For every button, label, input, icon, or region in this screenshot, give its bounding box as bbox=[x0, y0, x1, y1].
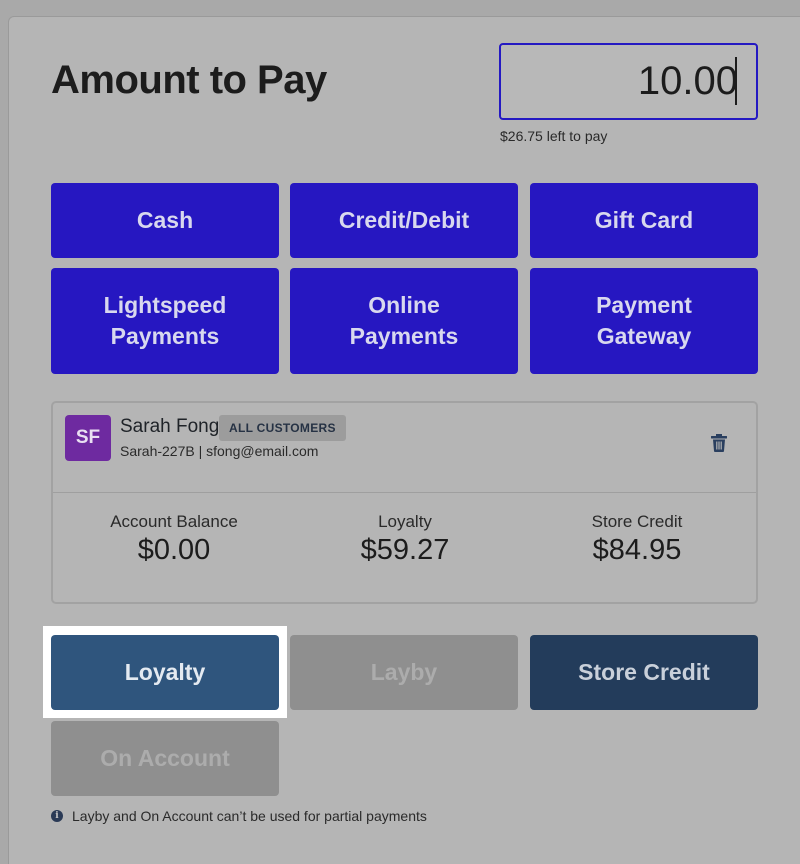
trash-icon[interactable] bbox=[711, 434, 727, 452]
payment-gateway-label-line1: Payment bbox=[596, 292, 692, 318]
loyalty-button[interactable]: Loyalty bbox=[51, 635, 279, 710]
on-account-button[interactable]: On Account bbox=[51, 721, 279, 796]
payment-gateway-label-line2: Gateway bbox=[596, 323, 692, 349]
lightspeed-payments-label-line2: Payments bbox=[110, 323, 220, 349]
customer-avatar: SF bbox=[65, 415, 111, 461]
customer-group-badge: ALL CUSTOMERS bbox=[219, 415, 346, 441]
gift-card-button[interactable]: Gift Card bbox=[530, 183, 758, 258]
online-payments-label-line2: Payments bbox=[349, 323, 459, 349]
partial-payment-note-text: Layby and On Account can’t be used for p… bbox=[72, 808, 427, 824]
loyalty-value: $59.27 bbox=[360, 534, 450, 566]
layby-button[interactable]: Layby bbox=[290, 635, 518, 710]
account-balance-value: $0.00 bbox=[137, 534, 211, 566]
account-balance-stat: Account Balance $0.00 bbox=[64, 512, 284, 567]
loyalty-stat: Loyalty $59.27 bbox=[295, 512, 515, 567]
page-title: Amount to Pay bbox=[51, 58, 327, 102]
lightspeed-payments-button[interactable]: Lightspeed Payments bbox=[51, 268, 279, 374]
payment-gateway-button[interactable]: Payment Gateway bbox=[530, 268, 758, 374]
loyalty-label: Loyalty bbox=[378, 512, 432, 531]
credit-debit-button-label: Credit/Debit bbox=[338, 207, 470, 233]
customer-card: SF Sarah Fong ALL CUSTOMERS Sarah-227B |… bbox=[51, 401, 758, 604]
store-credit-button[interactable]: Store Credit bbox=[530, 635, 758, 710]
store-credit-stat: Store Credit $84.95 bbox=[527, 512, 747, 567]
gift-card-button-label: Gift Card bbox=[594, 207, 694, 233]
partial-payment-note: i Layby and On Account can’t be used for… bbox=[51, 808, 427, 824]
online-payments-button[interactable]: Online Payments bbox=[290, 268, 518, 374]
left-to-pay-text: $26.75 left to pay bbox=[500, 128, 608, 144]
amount-input[interactable] bbox=[499, 43, 758, 120]
account-balance-label: Account Balance bbox=[110, 512, 238, 531]
cash-button[interactable]: Cash bbox=[51, 183, 279, 258]
cash-button-label: Cash bbox=[136, 207, 194, 233]
info-icon: i bbox=[51, 810, 63, 822]
store-credit-label: Store Credit bbox=[591, 512, 683, 531]
card-divider bbox=[53, 492, 756, 493]
customer-name: Sarah Fong bbox=[120, 416, 220, 437]
customer-details: Sarah-227B | sfong@email.com bbox=[120, 443, 319, 459]
text-caret bbox=[735, 57, 737, 105]
online-payments-label-line1: Online bbox=[368, 292, 440, 318]
credit-debit-button[interactable]: Credit/Debit bbox=[290, 183, 518, 258]
store-credit-value: $84.95 bbox=[592, 534, 682, 566]
lightspeed-payments-label-line1: Lightspeed bbox=[103, 292, 227, 318]
